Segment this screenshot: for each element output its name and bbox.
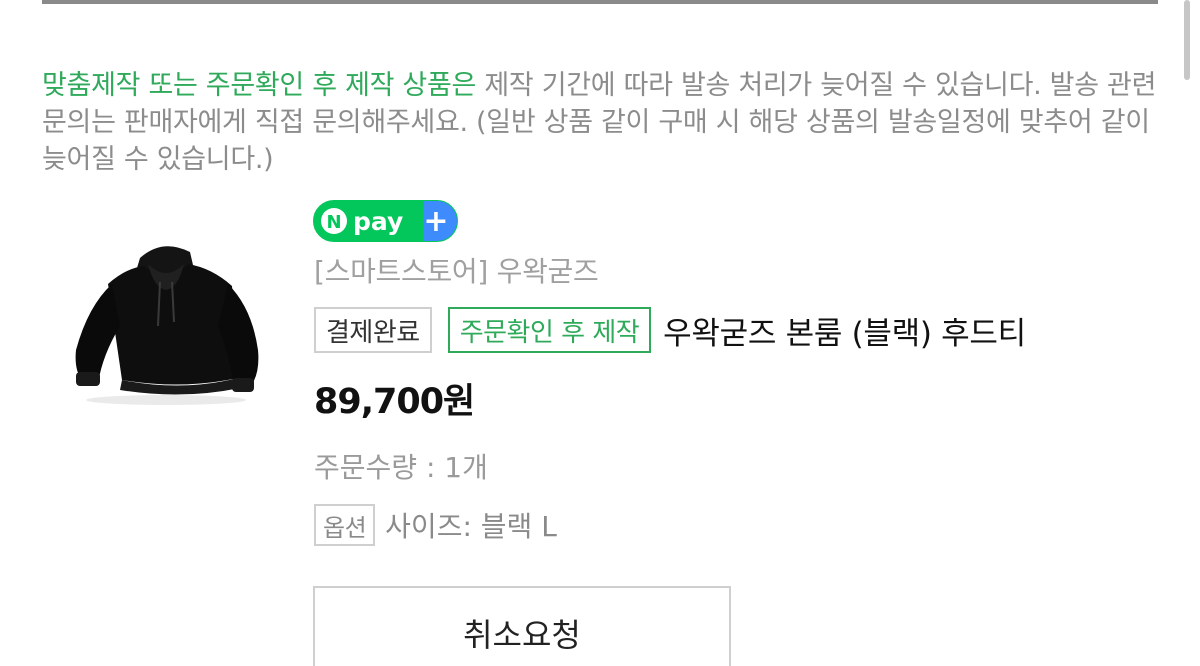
npay-text: pay	[353, 207, 403, 236]
payment-status-badge: 결제완료	[314, 307, 432, 353]
tag-row: 결제완료 주문확인 후 제작 우왁굳즈 본룸 (블랙) 후드티	[314, 306, 1174, 354]
made-to-order-badge: 주문확인 후 제작	[447, 307, 652, 353]
top-divider	[42, 0, 1158, 4]
black-hoodie-image	[75, 246, 259, 405]
cancel-request-button[interactable]: 취소요청	[313, 586, 731, 666]
order-quantity: 주문수량 : 1개	[314, 451, 488, 484]
notice-highlight: 맞춤제작 또는 주문확인 후 제작 상품은	[42, 70, 477, 101]
option-value: 사이즈: 블랙 L	[385, 510, 557, 543]
option-label-badge: 옵션	[314, 504, 376, 546]
npay-plus-icon: +	[423, 204, 448, 239]
store-name[interactable]: [스마트스토어] 우왁굳즈	[314, 254, 599, 290]
product-title[interactable]: 우왁굳즈 본룸 (블랙) 후드티	[663, 308, 1026, 353]
shipping-notice: 맞춤제작 또는 주문확인 후 제작 상품은 제작 기간에 따라 발송 처리가 늦…	[42, 67, 1162, 178]
product-price: 89,700원	[314, 382, 475, 422]
npay-plus-badge: N pay +	[313, 200, 458, 242]
scrollbar-thumb[interactable]	[1184, 0, 1190, 80]
order-detail-page: 맞춤제작 또는 주문확인 후 제작 상품은 제작 기간에 따라 발송 처리가 늦…	[0, 0, 1200, 666]
option-row: 옵션 사이즈: 블랙 L	[314, 503, 557, 547]
product-image[interactable]	[62, 238, 270, 408]
npay-logo-letter: N	[326, 212, 341, 233]
